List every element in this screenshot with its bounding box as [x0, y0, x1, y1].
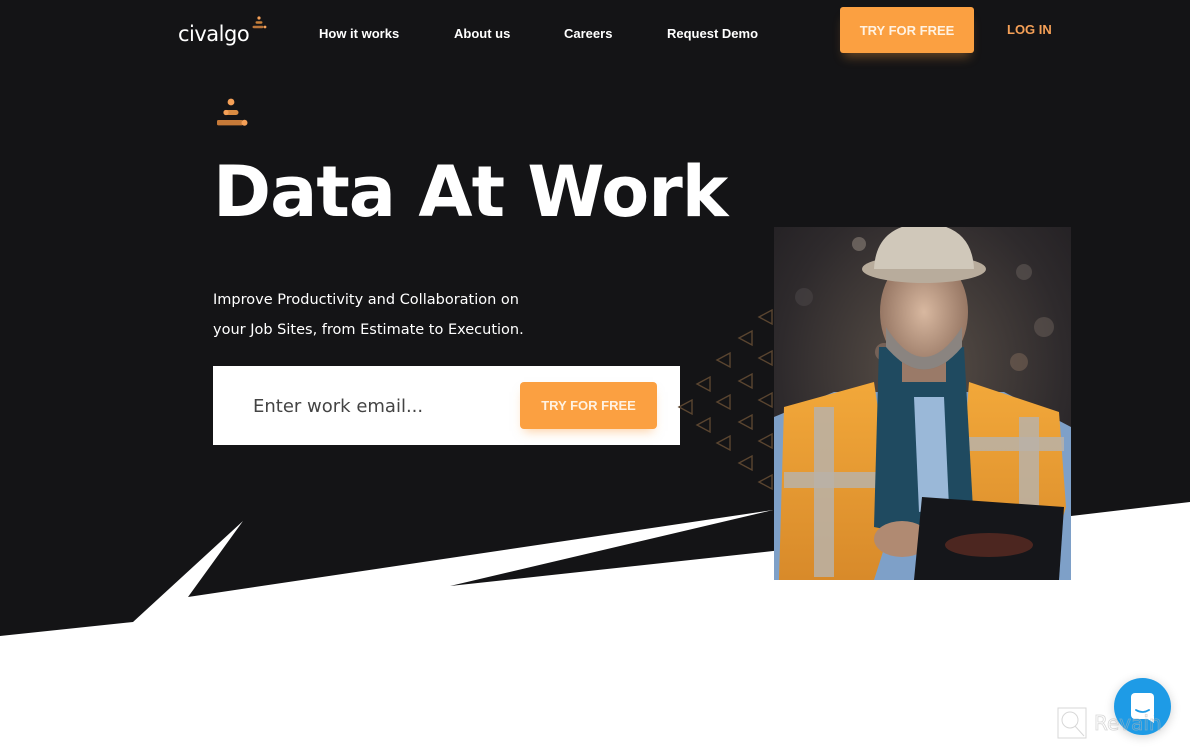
hero-subtitle-line-2: your Job Sites, from Estimate to Executi… — [213, 322, 524, 338]
nav-request-demo[interactable]: Request Demo — [667, 26, 758, 41]
worker-image — [774, 227, 1071, 580]
logo-text: civalgo — [178, 22, 250, 46]
login-link[interactable]: LOG IN — [1007, 22, 1052, 37]
hero-subtitle-line-1: Improve Productivity and Collaboration o… — [213, 292, 519, 308]
hero-subtitle: Improve Productivity and Collaboration o… — [213, 285, 524, 345]
email-signup-form: TRY FOR FREE — [213, 366, 680, 445]
nav-about-us[interactable]: About us — [454, 26, 510, 41]
hero-title: Data At Work — [213, 151, 728, 233]
nav-how-it-works[interactable]: How it works — [319, 26, 399, 41]
watermark-text: Revain — [1094, 711, 1162, 736]
pyramid-dots-icon — [217, 98, 248, 126]
watermark: Revain — [1056, 706, 1162, 740]
logo[interactable]: civalgo — [178, 16, 267, 48]
logo-mark-icon — [252, 16, 267, 29]
work-email-input[interactable] — [253, 386, 513, 426]
nav-try-for-free-button[interactable]: TRY FOR FREE — [840, 7, 974, 53]
nav-careers[interactable]: Careers — [564, 26, 612, 41]
hero-photo-worker — [774, 227, 1071, 580]
revain-logo-icon — [1057, 707, 1087, 739]
form-try-for-free-button[interactable]: TRY FOR FREE — [520, 382, 657, 429]
